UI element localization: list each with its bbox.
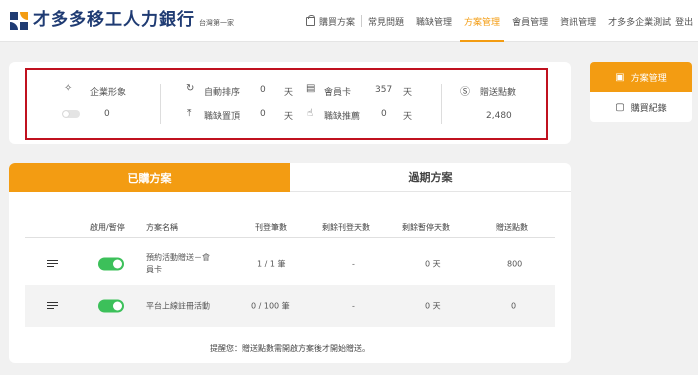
edit-list-icon[interactable]	[47, 260, 58, 268]
nav-plan-management[interactable]: 方案管理	[458, 0, 506, 42]
side-item-label: 購買紀錄	[630, 103, 667, 114]
plan-name: 平台上線註冊活動	[146, 301, 210, 311]
plan-name: 預約活動贈送－會 員卡	[146, 253, 210, 274]
summary-divider	[441, 84, 442, 124]
job-top-label: 職缺置頂	[204, 112, 241, 122]
auto-sort-unit: 天	[284, 88, 294, 98]
brand-logo[interactable]: 才多多移工人力銀行 台灣第一家	[10, 10, 234, 30]
nav-faq[interactable]: 常見問題	[362, 0, 410, 42]
auto-sort-value: 0	[260, 85, 266, 95]
nav-job-management[interactable]: 職缺管理	[410, 0, 458, 42]
nav-company-account[interactable]: 才多多企業測試	[602, 0, 673, 42]
tab-purchased-plans[interactable]: 已購方案	[9, 163, 290, 192]
column-header: 剩餘暫停天數	[402, 223, 450, 232]
brand-name: 才多多移工人力銀行	[33, 10, 195, 30]
side-item-label: 方案管理	[630, 73, 667, 84]
member-card-value: 357	[375, 85, 393, 95]
member-card-label: 會員卡	[324, 88, 352, 98]
tab-expired-plans[interactable]: 過期方案	[290, 163, 571, 192]
gift-points: 0	[511, 301, 517, 311]
bag-icon: ▣	[615, 71, 625, 83]
remaining-post-days: -	[352, 259, 355, 269]
summary-divider	[160, 84, 161, 124]
plan-enable-toggle[interactable]	[98, 257, 124, 271]
points-notice: 提醒您：贈送點數需開啟方案後才開始贈送。	[210, 344, 370, 353]
side-menu: ▣ 方案管理 ▢ 購買紀錄	[590, 62, 692, 122]
hand-pointer-icon: ☝	[307, 108, 314, 119]
remaining-pause-days: 0 天	[425, 259, 441, 269]
corporate-image-toggle[interactable]	[62, 110, 80, 118]
member-card-icon: ▤	[306, 83, 316, 94]
refresh-icon: ↻	[186, 83, 195, 94]
column-header: 啟用/暫停	[90, 223, 125, 232]
auto-sort-label: 自動排序	[204, 88, 241, 98]
remaining-pause-days: 0 天	[425, 301, 441, 311]
column-header: 剩餘刊登天數	[322, 223, 370, 232]
nav-buy-plan[interactable]: 購買方案	[300, 0, 361, 42]
nav-info-management[interactable]: 資訊管理	[554, 0, 602, 42]
job-recommend-unit: 天	[403, 112, 413, 122]
plans-card: 已購方案 過期方案 啟用/暫停 方案名稱 刊登筆數 剩餘刊登天數 剩餘暫停天數 …	[9, 163, 571, 363]
job-recommend-label: 職缺推薦	[324, 112, 361, 122]
remaining-post-days: -	[352, 301, 355, 311]
column-header: 贈送點數	[496, 223, 528, 232]
job-top-value: 0	[260, 109, 266, 119]
shopping-bag-icon	[306, 14, 315, 26]
gift-points: 800	[507, 259, 523, 269]
column-header: 刊登筆數	[255, 223, 287, 232]
nav-logout[interactable]: 登出	[673, 0, 698, 42]
table-row: 預約活動贈送－會 員卡 1 / 1 筆 - 0 天 800	[25, 243, 555, 285]
job-top-unit: 天	[284, 112, 294, 122]
nav-member-management[interactable]: 會員管理	[506, 0, 554, 42]
edit-list-icon[interactable]	[47, 302, 58, 310]
listing-count: 1 / 1 筆	[257, 259, 286, 269]
logo-mark-icon	[10, 12, 28, 30]
listing-count: 0 / 100 筆	[251, 301, 290, 311]
member-card-unit: 天	[403, 88, 413, 98]
column-header: 方案名稱	[146, 223, 178, 232]
gift-points-value: 2,480	[486, 111, 512, 121]
side-item-plan-management[interactable]: ▣ 方案管理	[590, 62, 692, 92]
table-header: 啟用/暫停 方案名稱 刊登筆數 剩餘刊登天數 剩餘暫停天數 贈送點數	[25, 218, 555, 238]
plan-tabs: 已購方案 過期方案	[9, 163, 571, 192]
nav-label: 購買方案	[319, 17, 356, 28]
side-item-purchase-history[interactable]: ▢ 購買紀錄	[590, 92, 692, 122]
plan-enable-toggle[interactable]	[98, 299, 124, 313]
corporate-image-label: 企業形象	[90, 88, 127, 98]
corporate-image-value: 0	[104, 109, 110, 119]
top-header: 才多多移工人力銀行 台灣第一家 購買方案 常見問題 職缺管理 方案管理 會員管理…	[0, 0, 698, 42]
upload-arrow-icon: ⤒	[187, 108, 192, 119]
receipt-icon: ▢	[615, 101, 625, 113]
job-recommend-value: 0	[381, 109, 387, 119]
top-nav: 購買方案 常見問題 職缺管理 方案管理 會員管理 資訊管理 才多多企業測試 登出	[300, 0, 698, 42]
table-row: 平台上線註冊活動 0 / 100 筆 - 0 天 0	[25, 285, 555, 327]
sparkle-icon: ✧	[64, 83, 73, 94]
summary-highlight-box	[25, 68, 548, 140]
gift-points-label: 贈送點數	[480, 88, 517, 98]
brand-tagline: 台灣第一家	[199, 19, 234, 27]
dollar-coin-icon: Ⓢ	[460, 87, 470, 98]
